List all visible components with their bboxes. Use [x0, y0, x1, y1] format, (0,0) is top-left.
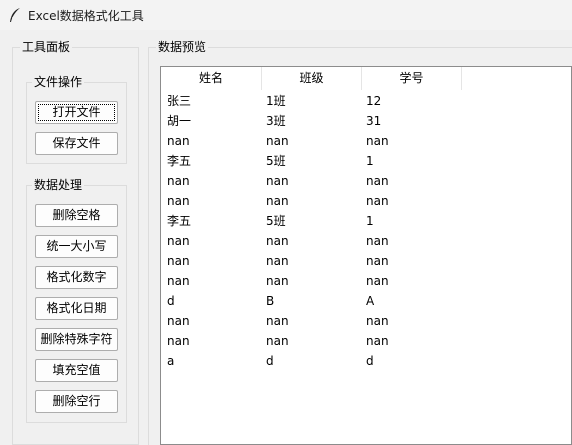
table-row[interactable]: nan nan nan	[161, 311, 571, 331]
table-row[interactable]: 李五 5班 1	[161, 151, 571, 171]
table-cell: nan	[167, 254, 190, 268]
table-cell: nan	[167, 134, 190, 148]
feather-icon	[10, 8, 20, 22]
column-header-class[interactable]: 班级	[262, 67, 362, 90]
table-cell: nan	[366, 314, 389, 328]
table-cell: 李五	[167, 214, 192, 228]
table-row[interactable]: 胡一 3班 31	[161, 111, 571, 131]
table-cell: 1班	[266, 94, 286, 108]
table-cell: nan	[366, 234, 389, 248]
data-table[interactable]: 姓名 班级 学号 张三 1班 12 胡一 3班 31 nan nan nan 李五 5班 1 nan na…	[160, 66, 572, 445]
table-cell: 5班	[266, 214, 286, 228]
table-cell: d	[266, 354, 274, 368]
table-cell: 3班	[266, 114, 286, 128]
window-title: Excel数据格式化工具	[28, 9, 144, 23]
save-file-button[interactable]: 保存文件	[35, 132, 118, 155]
table-cell: nan	[266, 254, 289, 268]
table-cell: d	[366, 354, 374, 368]
table-cell: 张三	[167, 94, 192, 108]
table-cell: nan	[266, 234, 289, 248]
delete-empty-rows-button[interactable]: 删除空行	[35, 390, 118, 413]
table-cell: nan	[167, 334, 190, 348]
data-preview-title: 数据预览	[156, 40, 209, 54]
table-cell: d	[167, 294, 175, 308]
table-cell: nan	[167, 274, 190, 288]
table-row[interactable]: nan nan nan	[161, 331, 571, 351]
table-row[interactable]: dBA	[161, 291, 571, 311]
table-cell: nan	[366, 274, 389, 288]
open-file-button[interactable]: 打开文件	[35, 101, 118, 124]
table-cell: a	[167, 354, 175, 368]
table-cell: nan	[366, 134, 389, 148]
table-cell: nan	[266, 194, 289, 208]
table-row[interactable]: 李五 5班 1	[161, 211, 571, 231]
table-cell: nan	[266, 334, 289, 348]
table-cell: A	[366, 294, 375, 308]
table-cell: nan	[167, 194, 190, 208]
table-cell: nan	[266, 274, 289, 288]
table-cell: nan	[366, 254, 389, 268]
tool-panel-title: 工具面板	[20, 40, 73, 54]
title-bar: Excel数据格式化工具	[0, 0, 572, 30]
fill-empty-button[interactable]: 填充空值	[35, 359, 118, 382]
column-header-id[interactable]: 学号	[362, 67, 462, 90]
table-row[interactable]: add	[161, 351, 571, 371]
table-cell: 1	[366, 154, 374, 168]
table-cell: 31	[366, 114, 382, 128]
table-cell: nan	[167, 234, 190, 248]
file-ops-title: 文件操作	[32, 75, 85, 89]
table-cell: B	[266, 294, 275, 308]
table-cell: 1	[366, 214, 374, 228]
column-header-name[interactable]: 姓名	[161, 67, 262, 90]
table-cell: 胡一	[167, 114, 192, 128]
table-cell: 李五	[167, 154, 192, 168]
table-cell: nan	[366, 334, 389, 348]
table-cell: 12	[366, 94, 382, 108]
format-number-button[interactable]: 格式化数字	[35, 266, 118, 289]
trim-spaces-button[interactable]: 删除空格	[35, 204, 118, 227]
table-cell: nan	[167, 174, 190, 188]
table-row[interactable]: nan nan nan	[161, 251, 571, 271]
table-row[interactable]: 张三 1班 12	[161, 91, 571, 111]
table-cell: nan	[266, 314, 289, 328]
remove-special-chars-button[interactable]: 删除特殊字符	[35, 328, 118, 351]
table-row[interactable]: nan nan nan	[161, 171, 571, 191]
table-row[interactable]: nan nan nan	[161, 191, 571, 211]
table-cell: nan	[366, 194, 389, 208]
data-ops-title: 数据处理	[32, 178, 85, 192]
table-row[interactable]: nan nan nan	[161, 131, 571, 151]
table-cell: nan	[266, 134, 289, 148]
table-cell: nan	[266, 174, 289, 188]
table-row[interactable]: nan nan nan	[161, 271, 571, 291]
table-row[interactable]: nan nan nan	[161, 231, 571, 251]
table-cell: nan	[167, 314, 190, 328]
table-cell: 5班	[266, 154, 286, 168]
table-cell: nan	[366, 174, 389, 188]
table-header: 姓名 班级 学号	[161, 67, 571, 91]
normalize-case-button[interactable]: 统一大小写	[35, 235, 118, 258]
format-date-button[interactable]: 格式化日期	[35, 297, 118, 320]
